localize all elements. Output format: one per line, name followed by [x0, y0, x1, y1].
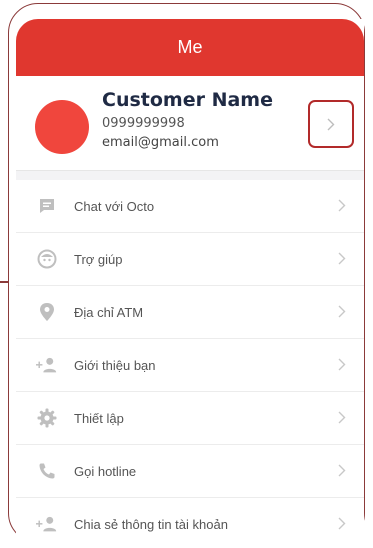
- chevron-right-icon: [338, 517, 346, 530]
- menu-item-label: Trợ giúp: [74, 251, 123, 267]
- menu-list: Chat với Octo Trợ giúp Địa chỉ ATM Giới …: [16, 180, 364, 543]
- chevron-right-icon: [338, 199, 346, 212]
- annotation-connector: [0, 281, 9, 283]
- phone-icon: [36, 460, 58, 482]
- location-pin-icon: [36, 301, 58, 323]
- menu-item-chat[interactable]: Chat với Octo: [16, 180, 364, 233]
- menu-item-help[interactable]: Trợ giúp: [16, 233, 364, 286]
- menu-item-settings[interactable]: Thiết lập: [16, 392, 364, 445]
- help-face-icon: [36, 248, 58, 270]
- profile-name: Customer Name: [102, 89, 273, 111]
- menu-item-label: Thiết lập: [74, 410, 124, 426]
- menu-item-label: Gọi hotline: [74, 463, 137, 479]
- header: Me: [16, 19, 364, 76]
- add-person-icon: [36, 354, 58, 376]
- profile-card[interactable]: Customer Name 0999999998 email@gmail.com: [16, 76, 364, 171]
- menu-item-label: Địa chỉ ATM: [74, 304, 144, 320]
- chevron-right-icon: [338, 464, 346, 477]
- me-screen: Me Customer Name 0999999998 email@gmail.…: [16, 19, 364, 543]
- share-person-icon: [36, 513, 58, 535]
- menu-item-atm[interactable]: Địa chỉ ATM: [16, 286, 364, 339]
- profile-phone: 0999999998: [102, 116, 185, 131]
- menu-item-label: Chia sẻ thông tin tài khoản: [74, 516, 228, 532]
- chevron-right-icon: [327, 118, 335, 131]
- profile-details-button[interactable]: [308, 100, 354, 148]
- menu-item-label: Chat với Octo: [74, 198, 155, 214]
- profile-email: email@gmail.com: [102, 135, 219, 150]
- avatar: [35, 100, 89, 154]
- menu-item-refer[interactable]: Giới thiệu bạn: [16, 339, 364, 392]
- gear-icon: [36, 407, 58, 429]
- menu-item-label: Giới thiệu bạn: [74, 357, 156, 373]
- menu-item-hotline[interactable]: Gọi hotline: [16, 445, 364, 498]
- chevron-right-icon: [338, 305, 346, 318]
- page-title: Me: [177, 37, 203, 57]
- chevron-right-icon: [338, 358, 346, 371]
- section-divider: [16, 171, 364, 180]
- chevron-right-icon: [338, 252, 346, 265]
- menu-item-share-account[interactable]: Chia sẻ thông tin tài khoản: [16, 498, 364, 543]
- chat-icon: [36, 195, 58, 217]
- chevron-right-icon: [338, 411, 346, 424]
